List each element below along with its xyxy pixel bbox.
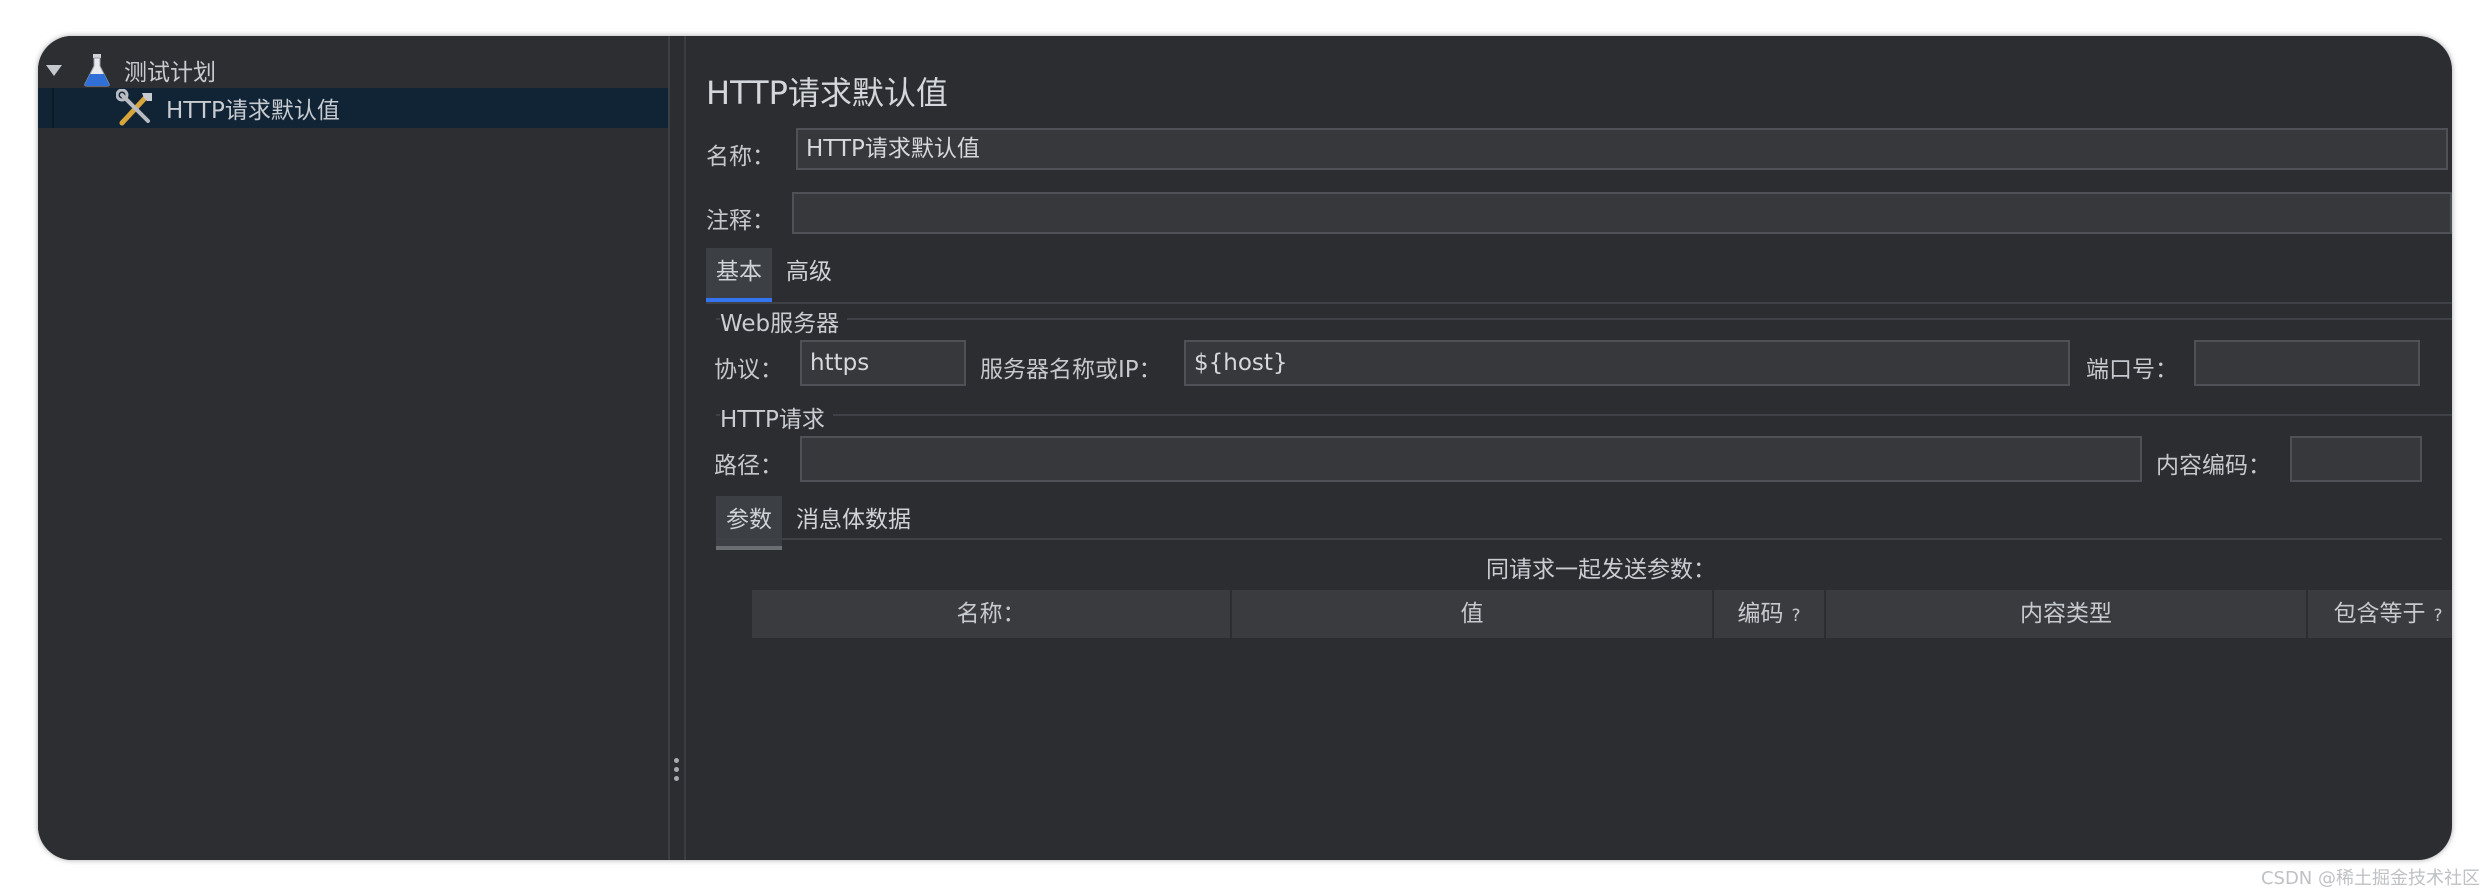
watermark: CSDN @稀土掘金技术社区	[2260, 868, 2480, 889]
jmeter-window: 测试计划 HTTP请求默认值 HTTP请求默认值 名称： HTTP请求默认值 注…	[38, 36, 2452, 860]
column-header-include-equals[interactable]: 包含等于?	[2308, 590, 2452, 638]
encoding-field[interactable]	[2290, 436, 2422, 482]
port-field[interactable]	[2194, 340, 2420, 386]
protocol-field[interactable]: https	[800, 340, 966, 386]
path-label: 路径：	[714, 453, 783, 479]
tree-item-http-defaults[interactable]: HTTP请求默认值	[38, 88, 668, 128]
column-header-encode[interactable]: 编码?	[1714, 590, 1826, 638]
path-field[interactable]	[800, 436, 2142, 482]
help-icon: ?	[2433, 606, 2443, 626]
pane-splitter[interactable]	[670, 36, 686, 860]
column-header-content-type[interactable]: 内容类型	[1826, 590, 2308, 638]
collapse-caret-icon[interactable]	[46, 64, 62, 76]
port-label: 端口号：	[2086, 357, 2178, 383]
splitter-grip-icon[interactable]	[674, 758, 680, 785]
server-field[interactable]: ${host}	[1184, 340, 2070, 386]
params-table-header: 名称： 值 编码? 内容类型 包含等于?	[752, 590, 2452, 638]
comment-field[interactable]	[792, 192, 2452, 234]
test-plan-tree: 测试计划 HTTP请求默认值	[38, 36, 670, 860]
encoding-label: 内容编码：	[2156, 453, 2271, 479]
column-header-name[interactable]: 名称：	[752, 590, 1232, 638]
tab-divider	[706, 302, 2452, 304]
protocol-label: 协议：	[714, 357, 783, 383]
name-label: 名称：	[706, 144, 775, 170]
http-request-group-title: HTTP请求	[720, 400, 833, 434]
name-field[interactable]: HTTP请求默认值	[796, 128, 2448, 170]
flask-icon	[84, 54, 110, 87]
tab-parameters[interactable]: 参数	[716, 496, 782, 550]
tab-advanced[interactable]: 高级	[776, 248, 842, 302]
tree-item-test-plan[interactable]: 测试计划	[38, 50, 668, 90]
comment-label: 注释：	[706, 208, 775, 234]
tools-icon	[116, 89, 152, 126]
tab-body-data[interactable]: 消息体数据	[786, 496, 921, 550]
http-request-group-line	[716, 414, 2452, 416]
tree-item-label: HTTP请求默认值	[166, 98, 340, 124]
column-header-value[interactable]: 值	[1232, 590, 1714, 638]
web-server-group-line	[716, 318, 2452, 320]
server-label: 服务器名称或IP：	[980, 357, 1162, 383]
page-title: HTTP请求默认值	[706, 74, 948, 112]
help-icon: ?	[1791, 606, 1801, 626]
tab-basic[interactable]: 基本	[706, 248, 772, 302]
subtab-divider	[716, 538, 2442, 540]
tree-item-label: 测试计划	[124, 60, 216, 86]
params-caption: 同请求一起发送参数：	[1486, 557, 1716, 583]
http-defaults-panel: HTTP请求默认值 名称： HTTP请求默认值 注释： 基本 高级 Web服务器…	[686, 36, 2452, 860]
web-server-group-title: Web服务器	[720, 304, 848, 338]
